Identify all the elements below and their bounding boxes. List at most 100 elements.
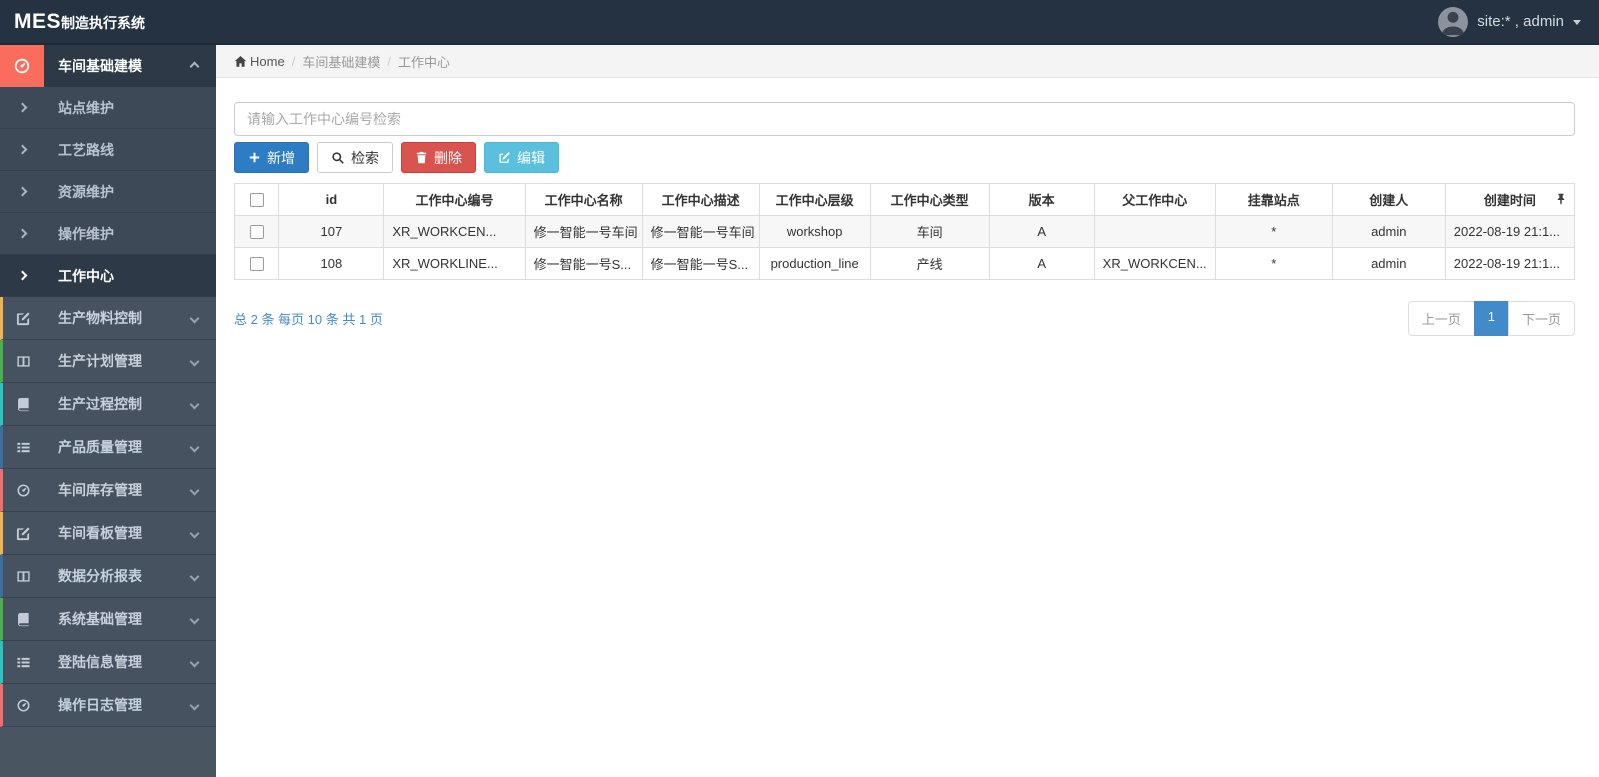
cell-code: XR_WORKLINE...: [383, 247, 526, 280]
sidebar-item-label: 工艺路线: [58, 141, 114, 158]
list-icon: [3, 440, 44, 455]
table-row: 107 XR_WORKCEN... 修一智能一号车间 修一智能一号车间 work…: [233, 215, 1576, 248]
pin-icon[interactable]: [1555, 193, 1567, 208]
delete-button-label: 删除: [434, 149, 462, 166]
app-logo[interactable]: MES 制造执行系统: [14, 10, 145, 34]
caret-down-icon: [1573, 20, 1581, 25]
column-header-created-label: 创建时间: [1483, 193, 1536, 208]
search-icon: [332, 151, 344, 164]
cell-name: 修一智能一号车间: [524, 215, 643, 248]
sidebar-item-production-plan-management[interactable]: 生产计划管理: [0, 340, 216, 383]
avatar: [1438, 6, 1469, 37]
sidebar-item-data-analysis-report[interactable]: 数据分析报表: [0, 555, 216, 598]
breadcrumb-home-label: Home: [250, 53, 285, 69]
table-row: 108 XR_WORKLINE... 修一智能一号S... 修一智能一号S...…: [233, 247, 1576, 280]
cell-level: workshop: [758, 215, 871, 248]
sidebar-item-operation-log-management[interactable]: 操作日志管理: [0, 684, 216, 727]
columns-icon: [3, 354, 44, 369]
sidebar-item-label: 资源维护: [58, 183, 114, 200]
sidebar-group-workshop-basic-modeling[interactable]: 车间基础建模: [0, 45, 216, 87]
trash-icon: [416, 151, 427, 164]
chevron-right-icon: [17, 228, 27, 239]
chevron-down-icon: [189, 313, 200, 323]
book-icon: [3, 612, 44, 627]
chevron-down-icon: [189, 356, 200, 366]
sidebar-group-label: 车间基础建模: [58, 58, 142, 74]
row-checkbox[interactable]: [249, 257, 264, 272]
sidebar-item-label: 操作日志管理: [58, 697, 142, 713]
pagination-summary: 总 2 条 每页 10 条 共 1 页: [234, 312, 383, 327]
sidebar-item-label: 生产计划管理: [58, 353, 142, 369]
search-input[interactable]: [234, 102, 1575, 136]
cell-parent: [1093, 215, 1216, 248]
sidebar-item-label: 生产物料控制: [58, 310, 142, 326]
cell-type: 车间: [869, 215, 990, 248]
list-icon: [3, 655, 44, 670]
pagination-prev-button[interactable]: 上一页: [1407, 301, 1475, 336]
sidebar-item-label: 操作维护: [58, 225, 114, 242]
sidebar-item-site-maintenance[interactable]: 站点维护: [0, 87, 216, 129]
cell-desc: 修一智能一号S...: [641, 247, 760, 280]
column-header-created: 创建时间: [1444, 183, 1576, 216]
chevron-right-icon: [17, 144, 27, 155]
sidebar-item-system-basic-management[interactable]: 系统基础管理: [0, 598, 216, 641]
cell-id: 107: [278, 215, 385, 248]
gauge-icon: [3, 483, 44, 498]
chevron-down-icon: [189, 442, 200, 452]
add-button[interactable]: 新增: [234, 142, 309, 173]
work-center-table: id 工作中心编号 工作中心名称 工作中心描述 工作中心层级 工作中心类型 版本…: [233, 183, 1576, 280]
sidebar-item-operation-maintenance[interactable]: 操作维护: [0, 213, 216, 255]
column-header-level: 工作中心层级: [758, 183, 871, 216]
cell-id: 108: [278, 247, 385, 280]
column-header-desc: 工作中心描述: [641, 183, 760, 216]
cell-version: A: [988, 215, 1095, 248]
breadcrumb-workshop-basic-modeling[interactable]: 车间基础建模: [302, 52, 380, 71]
chevron-right-icon: [17, 186, 27, 197]
gauge-icon: [3, 698, 44, 713]
select-all-checkbox[interactable]: [249, 193, 264, 208]
search-button-label: 检索: [351, 149, 379, 166]
columns-icon: [3, 569, 44, 584]
sidebar-item-label: 产品质量管理: [58, 439, 142, 455]
sidebar-item-login-info-management[interactable]: 登陆信息管理: [0, 641, 216, 684]
home-icon: [234, 55, 247, 67]
pager: 上一页 1 下一页: [1407, 301, 1575, 336]
chevron-down-icon: [189, 399, 200, 409]
app-logo-suffix: 制造执行系统: [61, 14, 146, 31]
person-icon: [1442, 11, 1465, 35]
sidebar-item-label: 系统基础管理: [58, 611, 142, 627]
sidebar-item-product-quality-management[interactable]: 产品质量管理: [0, 426, 216, 469]
sidebar-item-production-process-control[interactable]: 生产过程控制: [0, 383, 216, 426]
row-checkbox[interactable]: [249, 225, 264, 240]
search-button[interactable]: 检索: [317, 142, 393, 173]
sidebar-item-label: 车间看板管理: [58, 525, 142, 541]
chevron-up-icon: [189, 61, 200, 71]
sidebar-item-work-center[interactable]: 工作中心: [0, 255, 216, 297]
row-select-cell: [233, 247, 280, 280]
breadcrumb-home[interactable]: Home: [234, 54, 285, 69]
sidebar-item-workshop-kanban-management[interactable]: 车间看板管理: [0, 512, 216, 555]
user-menu[interactable]: site:* , admin: [1438, 6, 1581, 37]
pagination-next-button[interactable]: 下一页: [1507, 301, 1575, 336]
sidebar: 车间基础建模 站点维护 工艺路线 资源维护 操作维护 工作中心 生产物料控制 生…: [0, 45, 216, 777]
topbar: MES 制造执行系统 site:* , admin: [0, 0, 1599, 45]
add-button-label: 新增: [267, 149, 295, 166]
sidebar-item-resource-maintenance[interactable]: 资源维护: [0, 171, 216, 213]
chevron-right-icon: [17, 270, 27, 281]
row-select-cell: [233, 215, 280, 248]
pagination-page-1[interactable]: 1: [1473, 301, 1509, 336]
chevron-down-icon: [189, 700, 200, 710]
chevron-right-icon: [17, 102, 27, 113]
column-header-code: 工作中心编号: [383, 183, 526, 216]
chevron-down-icon: [189, 485, 200, 495]
pagination: 总 2 条 每页 10 条 共 1 页 上一页 1 下一页: [234, 301, 1575, 336]
sidebar-item-workshop-inventory-management[interactable]: 车间库存管理: [0, 469, 216, 512]
sidebar-item-label: 站点维护: [58, 99, 114, 116]
sidebar-item-production-material-control[interactable]: 生产物料控制: [0, 297, 216, 340]
sidebar-item-label: 数据分析报表: [58, 568, 142, 584]
main-content: Home / 车间基础建模 / 工作中心 新增 检索 删除 编辑: [216, 45, 1599, 777]
cell-station: *: [1214, 247, 1333, 280]
edit-button[interactable]: 编辑: [484, 142, 559, 173]
sidebar-item-process-route[interactable]: 工艺路线: [0, 129, 216, 171]
delete-button[interactable]: 删除: [401, 142, 476, 173]
